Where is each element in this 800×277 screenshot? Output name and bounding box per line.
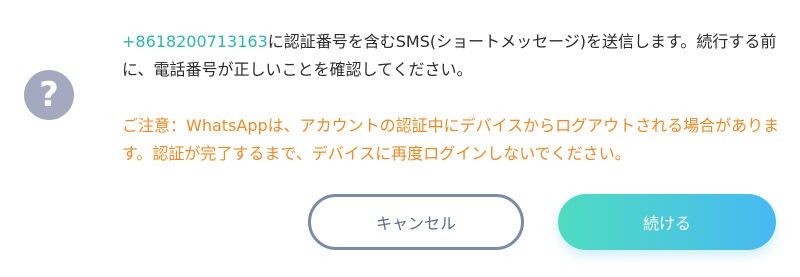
question-icon: ? xyxy=(24,70,74,120)
warning-message: ご注意：WhatsAppは、アカウントの認証中にデバイスからログアウトされる場合… xyxy=(122,116,780,163)
confirm-dialog: ? +8618200713163に認証番号を含むSMS(ショートメッセージ)を送… xyxy=(0,0,800,277)
cancel-button[interactable]: キャンセル xyxy=(308,194,524,250)
phone-number: +8618200713163 xyxy=(122,32,268,51)
confirmation-message: +8618200713163に認証番号を含むSMS(ショートメッセージ)を送信し… xyxy=(122,28,782,84)
continue-button[interactable]: 続ける xyxy=(558,194,776,250)
